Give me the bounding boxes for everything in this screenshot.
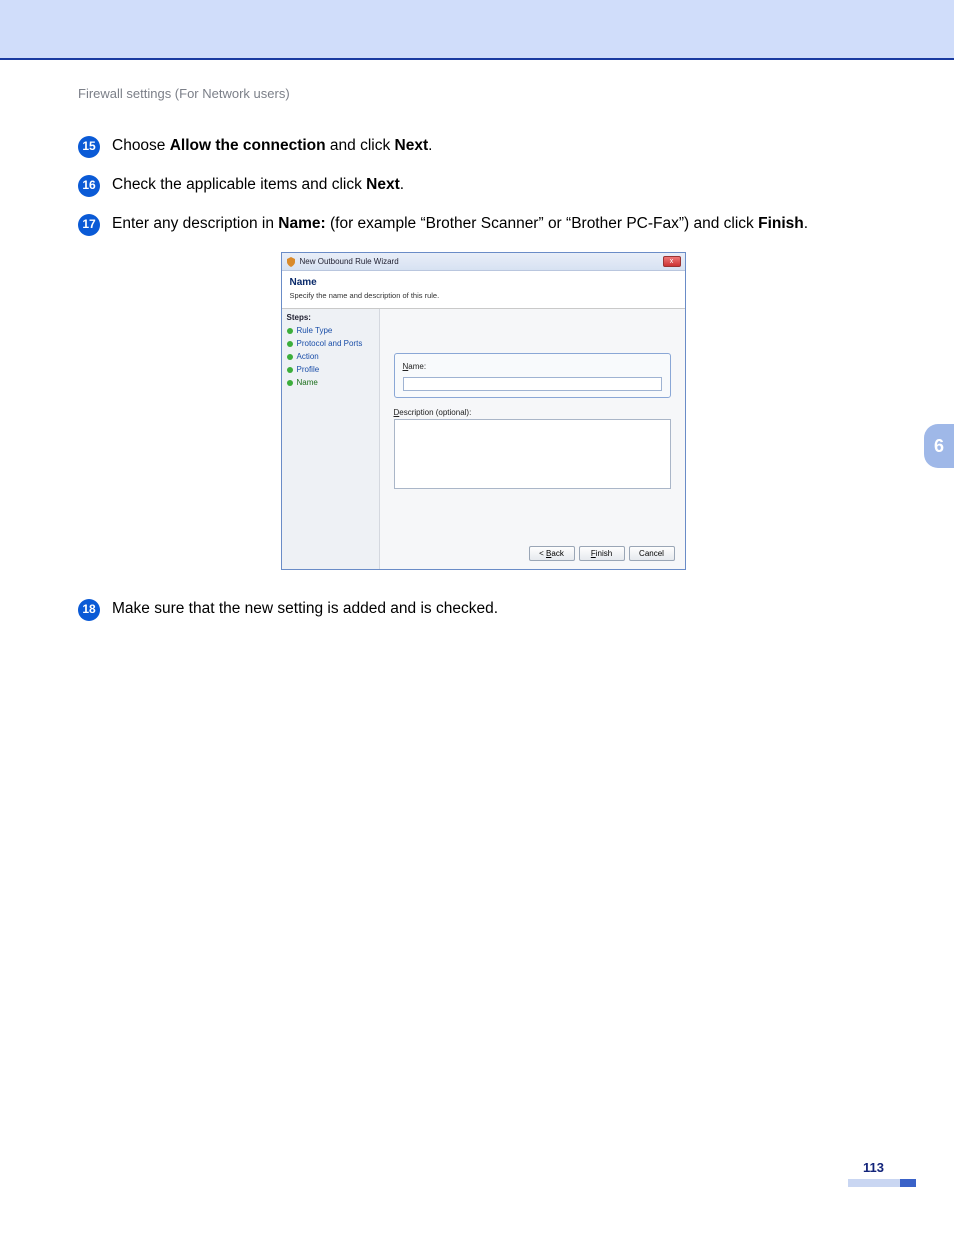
- text: and click: [326, 137, 395, 154]
- step-16: 16 Check the applicable items and click …: [78, 174, 888, 197]
- step-bullet: 15: [78, 136, 100, 158]
- wizard-header-subtitle: Specify the name and description of this…: [290, 291, 677, 300]
- name-field-group: Name:: [394, 353, 671, 398]
- header-rule: [0, 58, 954, 60]
- name-input[interactable]: [403, 377, 662, 391]
- sidebar-step-protocol[interactable]: Protocol and Ports: [287, 339, 374, 348]
- btn-pre: <: [539, 549, 546, 558]
- wizard-title: New Outbound Rule Wizard: [300, 257, 399, 266]
- back-button[interactable]: < Back: [529, 546, 575, 561]
- label-rest: ame:: [408, 362, 426, 371]
- wizard-header: Name Specify the name and description of…: [282, 271, 685, 309]
- sidebar-step-label: Protocol and Ports: [297, 339, 363, 348]
- step-17: 17 Enter any description in Name: (for e…: [78, 213, 888, 236]
- wizard-screenshot: New Outbound Rule Wizard x Name Specify …: [281, 252, 686, 570]
- btn-rest: inish: [596, 549, 612, 558]
- text: .: [804, 215, 808, 232]
- cancel-button[interactable]: Cancel: [629, 546, 675, 561]
- bold: Finish: [758, 215, 804, 232]
- step-bullet: 16: [78, 175, 100, 197]
- step-bullet: 17: [78, 214, 100, 236]
- step-15: 15 Choose Allow the connection and click…: [78, 135, 888, 158]
- bold: Allow the connection: [170, 137, 326, 154]
- text: Make sure that the new setting is added …: [112, 600, 498, 617]
- step-bullet: 18: [78, 599, 100, 621]
- chapter-tab: 6: [924, 424, 954, 468]
- wizard-body: Steps: Rule Type Protocol and Ports Acti…: [282, 309, 685, 569]
- bold: Next: [366, 176, 400, 193]
- bold: Name:: [278, 215, 325, 232]
- step-text: Choose Allow the connection and click Ne…: [112, 135, 888, 157]
- header-band: [0, 0, 954, 58]
- sidebar-step-label: Profile: [297, 365, 320, 374]
- sidebar-step-ruletype[interactable]: Rule Type: [287, 326, 374, 335]
- step-text: Make sure that the new setting is added …: [112, 598, 888, 620]
- dot-icon: [287, 380, 293, 386]
- description-field-group: Description (optional):: [394, 408, 671, 494]
- text: Enter any description in: [112, 215, 278, 232]
- dot-icon: [287, 341, 293, 347]
- text: (for example “Brother Scanner” or “Broth…: [326, 215, 758, 232]
- bold: Next: [395, 137, 429, 154]
- shield-icon: [286, 257, 296, 267]
- sidebar-step-name[interactable]: Name: [287, 378, 374, 387]
- footer-accent: [848, 1179, 900, 1187]
- text: .: [428, 137, 432, 154]
- sidebar-step-action[interactable]: Action: [287, 352, 374, 361]
- text: Choose: [112, 137, 170, 154]
- btn-rest: ack: [551, 549, 563, 558]
- wizard-header-title: Name: [290, 277, 677, 288]
- sidebar-step-label: Rule Type: [297, 326, 333, 335]
- name-label: Name:: [403, 362, 662, 371]
- sidebar-step-profile[interactable]: Profile: [287, 365, 374, 374]
- dot-icon: [287, 354, 293, 360]
- dot-icon: [287, 367, 293, 373]
- text: .: [400, 176, 404, 193]
- step-text: Enter any description in Name: (for exam…: [112, 213, 888, 235]
- description-input[interactable]: [394, 419, 671, 489]
- close-icon[interactable]: x: [663, 256, 681, 267]
- sidebar-steps-label: Steps:: [287, 313, 374, 322]
- wizard-window: New Outbound Rule Wizard x Name Specify …: [281, 252, 686, 570]
- dot-icon: [287, 328, 293, 334]
- label-rest: escription (optional):: [399, 408, 471, 417]
- wizard-sidebar: Steps: Rule Type Protocol and Ports Acti…: [282, 309, 380, 569]
- wizard-main: Name: Description (optional): < Back Fin…: [380, 309, 685, 569]
- wizard-titlebar: New Outbound Rule Wizard x: [282, 253, 685, 271]
- text: Check the applicable items and click: [112, 176, 366, 193]
- description-label: Description (optional):: [394, 408, 671, 417]
- sidebar-step-label: Name: [297, 378, 318, 387]
- step-text: Check the applicable items and click Nex…: [112, 174, 888, 196]
- section-header: Firewall settings (For Network users): [78, 86, 290, 101]
- sidebar-step-label: Action: [297, 352, 319, 361]
- finish-button[interactable]: Finish: [579, 546, 625, 561]
- page-number: 113: [863, 1160, 884, 1175]
- content: 15 Choose Allow the connection and click…: [78, 135, 888, 637]
- step-18: 18 Make sure that the new setting is add…: [78, 598, 888, 621]
- wizard-button-row: < Back Finish Cancel: [529, 546, 675, 561]
